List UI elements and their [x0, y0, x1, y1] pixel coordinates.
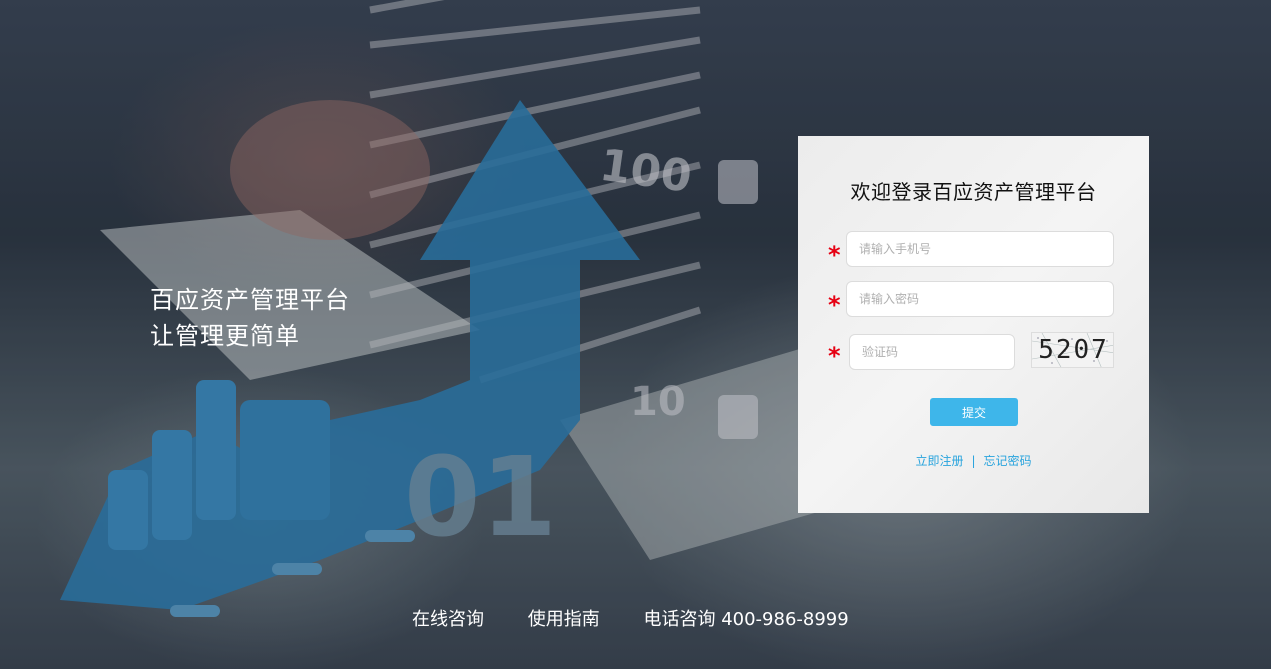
captcha-input[interactable]	[849, 334, 1015, 370]
phone-consult-text: 电话咨询 400-986-8999	[643, 609, 849, 630]
footer-links: 在线咨询 使用指南 电话咨询 400-986-8999	[412, 605, 887, 631]
slogan-line-1: 百应资产管理平台	[150, 286, 350, 314]
submit-button[interactable]: 提交	[930, 398, 1018, 426]
login-panel: 欢迎登录百应资产管理平台 * * * 5207 提交 立即注册 | 忘记密码	[798, 136, 1149, 513]
captcha-text: 5207	[1038, 335, 1109, 365]
required-mark-phone: *	[828, 241, 841, 269]
link-separator: |	[971, 454, 976, 468]
phone-input[interactable]	[846, 231, 1114, 267]
register-link[interactable]: 立即注册	[915, 454, 963, 468]
online-consult-link[interactable]: 在线咨询	[412, 609, 484, 630]
required-mark-password: *	[828, 291, 841, 319]
forgot-password-link[interactable]: 忘记密码	[984, 454, 1032, 468]
user-guide-link[interactable]: 使用指南	[528, 609, 600, 630]
slogan: 百应资产管理平台 让管理更简单	[150, 282, 350, 354]
password-input[interactable]	[846, 281, 1114, 317]
slogan-line-2: 让管理更简单	[150, 322, 300, 350]
captcha-image[interactable]: 5207	[1031, 332, 1114, 368]
login-title: 欢迎登录百应资产管理平台	[850, 180, 1097, 204]
auth-links: 立即注册 | 忘记密码	[798, 452, 1149, 469]
required-mark-captcha: *	[828, 342, 841, 370]
